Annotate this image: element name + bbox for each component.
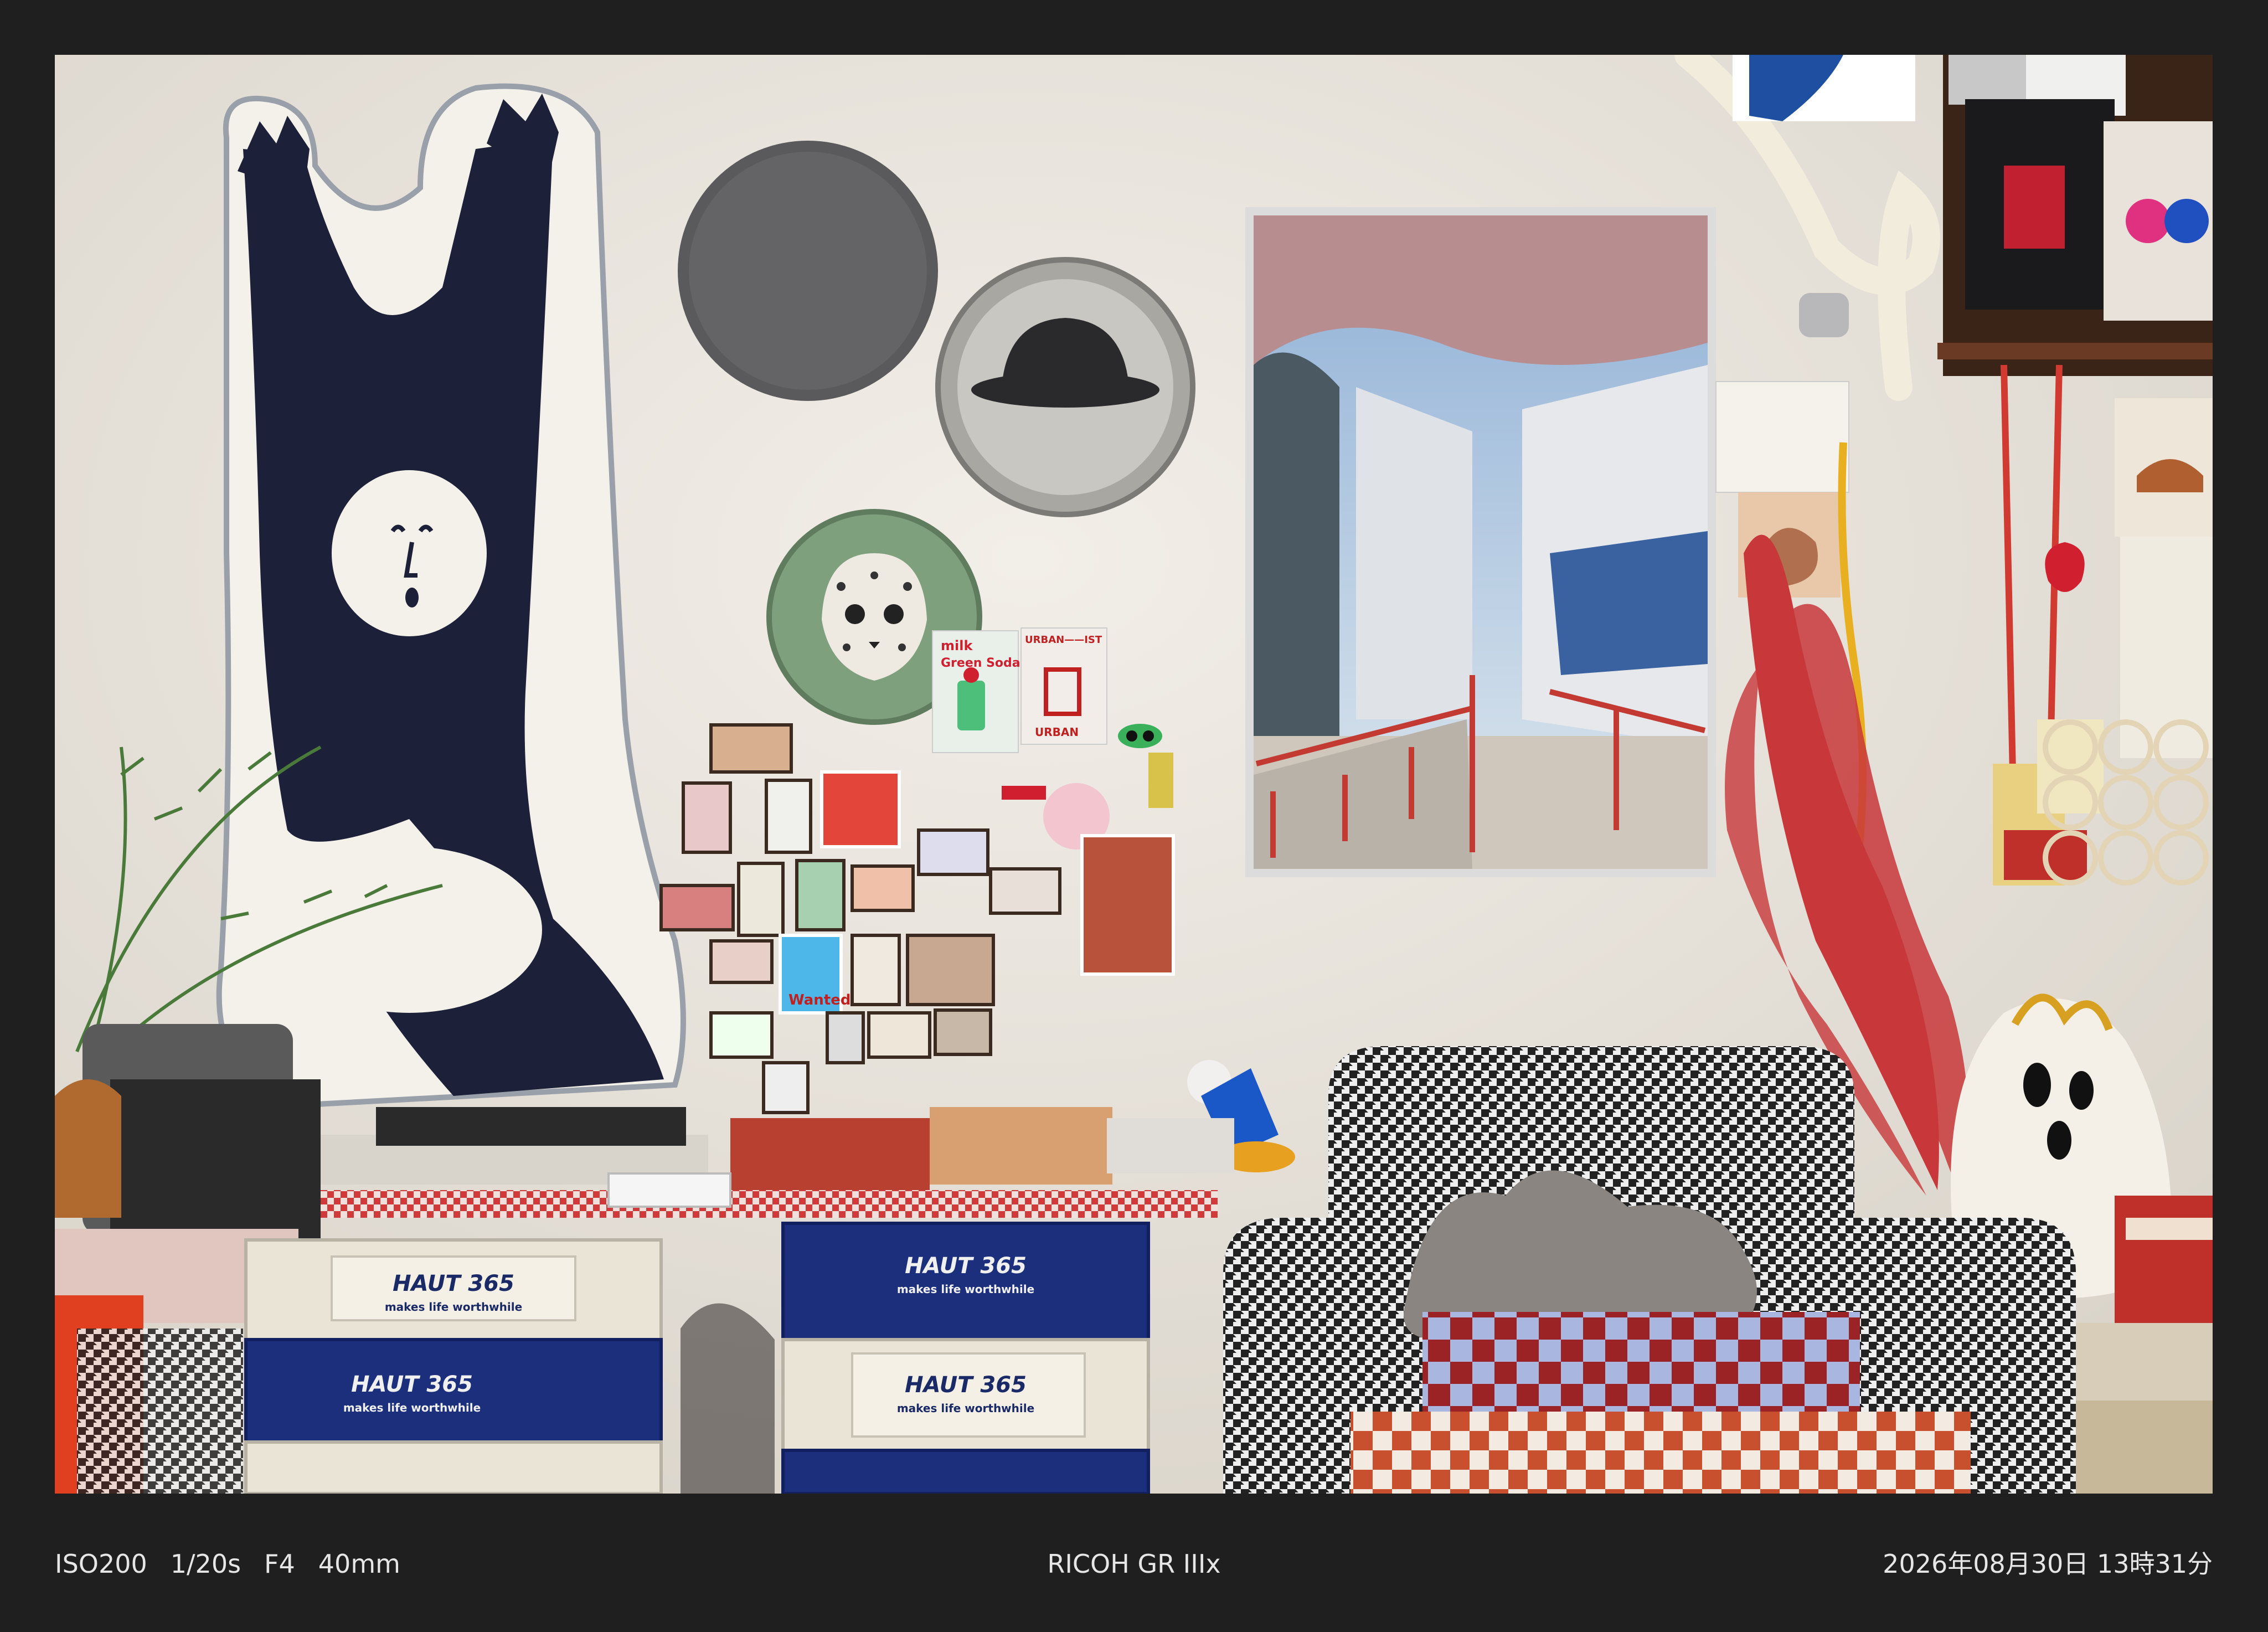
red-check-blanket bbox=[1351, 1412, 1971, 1494]
svg-text:HAUT 365: HAUT 365 bbox=[905, 1372, 1027, 1398]
crate-stack-right: HAUT 365 makes life worthwhile HAUT 365 … bbox=[781, 1222, 1150, 1494]
svg-text:makes life worthwhile: makes life worthwhile bbox=[385, 1300, 522, 1314]
svg-text:milk: milk bbox=[941, 638, 973, 653]
eyes-sticker bbox=[1118, 724, 1162, 748]
svg-text:makes life worthwhile: makes life worthwhile bbox=[343, 1401, 481, 1414]
photograph: milk Green Soda URBAN——IST URBAN Wanted … bbox=[55, 55, 2213, 1494]
svg-text:makes life worthwhile: makes life worthwhile bbox=[897, 1283, 1034, 1296]
svg-text:URBAN——IST: URBAN——IST bbox=[1025, 634, 1102, 646]
svg-text:HAUT 365: HAUT 365 bbox=[393, 1271, 514, 1296]
svg-text:URBAN: URBAN bbox=[1035, 725, 1079, 739]
svg-text:Green Soda: Green Soda bbox=[941, 656, 1020, 670]
svg-text:HAUT 365: HAUT 365 bbox=[905, 1253, 1027, 1279]
tin-can bbox=[1799, 293, 1849, 337]
svg-text:makes life worthwhile: makes life worthwhile bbox=[897, 1402, 1034, 1415]
table-check-cloth bbox=[287, 1190, 1218, 1218]
svg-text:HAUT 365: HAUT 365 bbox=[351, 1372, 473, 1397]
hat-plate bbox=[935, 257, 1195, 517]
crate-stack-left: HAUT 365 makes life worthwhile HAUT 365 … bbox=[244, 1238, 663, 1494]
capture-datetime: 2026年08月30日 13時31分 bbox=[1883, 1549, 2213, 1579]
svg-text:Wanted: Wanted bbox=[788, 992, 850, 1008]
urbanist-poster: URBAN——IST URBAN bbox=[1020, 627, 1107, 745]
milk-green-soda-sticker: milk Green Soda bbox=[932, 630, 1020, 753]
paper-note bbox=[1715, 381, 1849, 493]
brick-photo bbox=[1080, 834, 1175, 976]
street-photo-poster bbox=[1245, 207, 1716, 877]
